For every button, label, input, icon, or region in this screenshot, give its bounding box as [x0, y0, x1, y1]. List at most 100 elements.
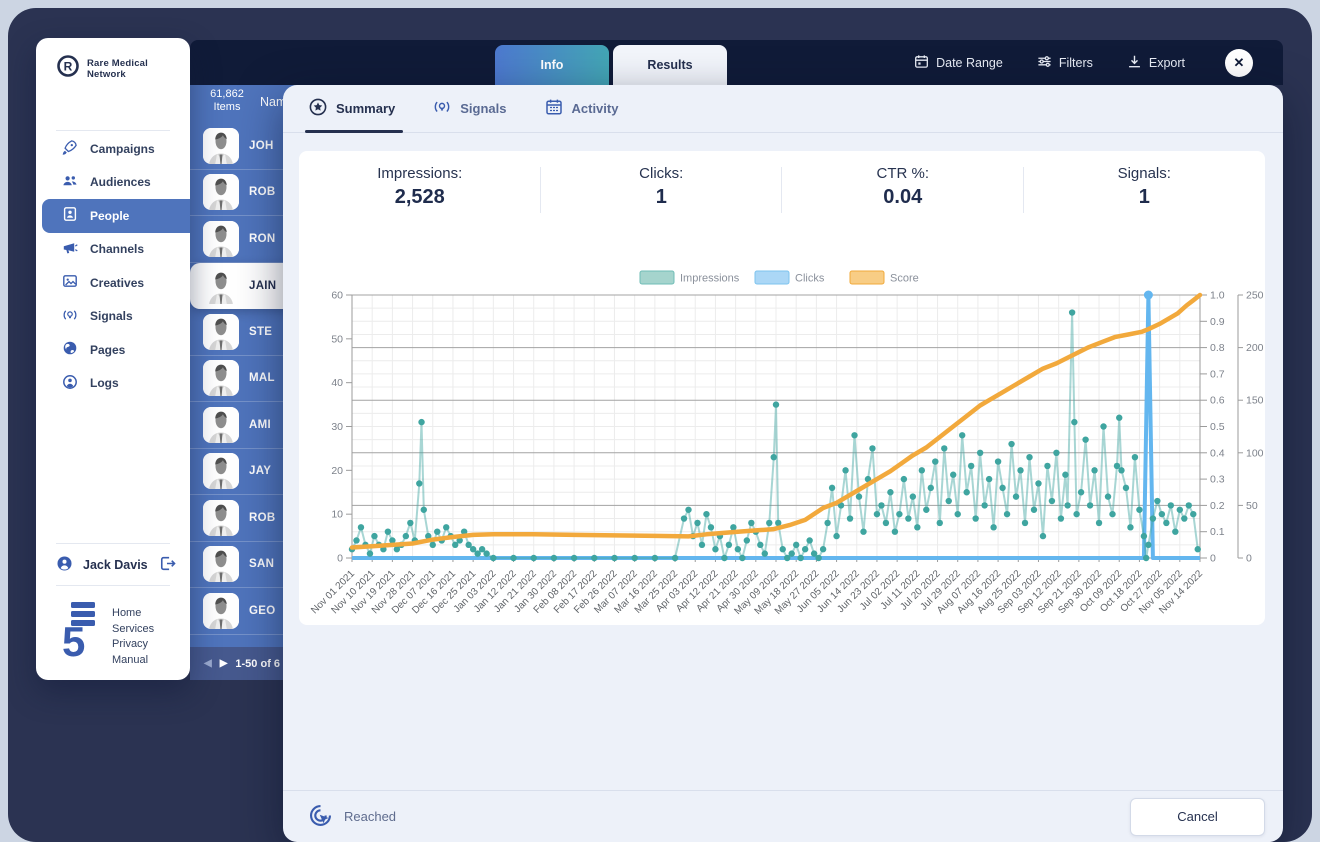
sidebar-item-pages[interactable]: Pages: [36, 333, 190, 367]
user-name: Jack Davis: [83, 558, 148, 572]
footer-link-manual[interactable]: Manual: [112, 653, 154, 669]
footer-link-privacy[interactable]: Privacy: [112, 637, 154, 653]
calendar-icon: [914, 54, 929, 72]
close-button[interactable]: ✕: [1225, 48, 1253, 77]
person-name: SAN: [249, 558, 275, 571]
export-button[interactable]: Export: [1127, 54, 1185, 72]
stat-value: 1: [1138, 186, 1150, 208]
svg-text:0.3: 0.3: [1210, 474, 1225, 486]
footer-link-home[interactable]: Home: [112, 606, 154, 622]
stat-signals: Signals: 1: [1024, 165, 1266, 209]
megaphone-icon: [62, 240, 78, 259]
image-icon: [62, 273, 78, 292]
items-count: 61,862: [210, 88, 244, 100]
svg-text:250: 250: [1246, 290, 1264, 302]
svg-text:Impressions: Impressions: [680, 273, 740, 285]
download-icon: [1127, 54, 1142, 72]
stat-label: Clicks:: [639, 165, 684, 182]
svg-text:0: 0: [337, 553, 343, 565]
person-avatar: [203, 499, 239, 536]
svg-text:0: 0: [1210, 553, 1216, 565]
svg-text:40: 40: [331, 377, 343, 389]
sidebar-item-label: Creatives: [90, 275, 145, 290]
svg-text:Clicks: Clicks: [795, 273, 825, 285]
svg-text:0.2: 0.2: [1210, 500, 1225, 512]
person-name: ROB: [249, 186, 276, 199]
person-name: GEO: [249, 604, 276, 617]
tab-label: Activity: [571, 101, 619, 116]
sidebar-item-campaigns[interactable]: Campaigns: [36, 132, 190, 166]
person-avatar: [203, 360, 239, 397]
cancel-button[interactable]: Cancel: [1130, 797, 1265, 836]
svg-text:50: 50: [331, 333, 343, 345]
svg-text:100: 100: [1246, 447, 1264, 459]
reached-label: Reached: [344, 809, 397, 824]
divider: [56, 543, 170, 544]
sidebar-item-channels[interactable]: Channels: [36, 233, 190, 267]
logout-icon[interactable]: [159, 555, 176, 575]
sidebar-item-label: Channels: [90, 242, 145, 257]
person-name: MAL: [249, 372, 275, 385]
globe-icon: [62, 340, 78, 359]
sidebar-item-label: Campaigns: [90, 141, 155, 156]
tab-label: Summary: [336, 101, 396, 116]
results-chart: Nov 01 2021Nov 10 2021Nov 19 2021Nov 28 …: [309, 270, 1264, 617]
svg-text:1.0: 1.0: [1210, 290, 1225, 302]
sidebar-item-creatives[interactable]: Creatives: [36, 266, 190, 300]
next-page-icon[interactable]: ▶: [220, 658, 228, 669]
stat-ctr: CTR %: 0.04: [782, 165, 1024, 213]
stat-clicks: Clicks: 1: [541, 165, 783, 213]
tab-signals[interactable]: Signals: [433, 85, 507, 132]
date-range-label: Date Range: [936, 55, 1003, 70]
brand-logo-icon: R: [56, 54, 80, 83]
svg-text:0.7: 0.7: [1210, 368, 1225, 380]
svg-text:20: 20: [331, 465, 343, 477]
sidebar-item-logs[interactable]: Logs: [36, 367, 190, 401]
modal-footer: Reached Cancel: [283, 790, 1283, 842]
svg-text:0: 0: [1246, 553, 1252, 565]
sidebar-item-signals[interactable]: Signals: [36, 300, 190, 334]
person-avatar: [203, 453, 239, 490]
svg-text:0.4: 0.4: [1210, 447, 1225, 459]
svg-text:0.6: 0.6: [1210, 395, 1225, 407]
stat-value: 1: [655, 186, 667, 208]
svg-text:0.8: 0.8: [1210, 342, 1225, 354]
svg-text:50: 50: [1246, 500, 1258, 512]
person-name: STE: [249, 325, 273, 338]
sidebar-item-audiences[interactable]: Audiences: [36, 166, 190, 200]
top-toolbar: Info Results Date Range Filters Export ✕: [190, 40, 1283, 85]
stat-label: Signals:: [1117, 165, 1171, 182]
stat-value: 0.04: [883, 186, 923, 208]
person-avatar: [203, 127, 239, 164]
audiences-icon: [62, 173, 78, 192]
tab-results[interactable]: Results: [613, 45, 727, 85]
tab-info[interactable]: Info: [495, 45, 609, 85]
svg-text:5: 5: [62, 618, 85, 658]
sidebar-item-people[interactable]: People: [42, 199, 190, 233]
items-count-label: Items: [213, 101, 241, 113]
date-range-button[interactable]: Date Range: [914, 54, 1003, 72]
stat-value: 2,528: [394, 186, 445, 208]
tab-activity[interactable]: Activity: [545, 85, 619, 132]
star-badge-icon: [309, 98, 327, 119]
rocket-icon: [62, 139, 78, 158]
stat-label: CTR %:: [876, 165, 930, 182]
pagination-label: 1-50 of 6: [235, 657, 281, 670]
divider: [56, 585, 170, 586]
people-badge-icon: [62, 206, 78, 225]
person-avatar: [203, 592, 239, 629]
footer-link-services[interactable]: Services: [112, 622, 154, 638]
sidebar-item-label: Logs: [90, 376, 119, 391]
person-name: ROB: [249, 511, 276, 524]
svg-text:0.9: 0.9: [1210, 316, 1225, 328]
sidebar-item-label: Pages: [90, 342, 126, 357]
svg-text:200: 200: [1246, 342, 1264, 354]
svg-text:0.1: 0.1: [1210, 526, 1225, 538]
prev-page-icon[interactable]: ◀: [204, 658, 212, 669]
tab-summary[interactable]: Summary: [304, 85, 404, 133]
tab-label: Signals: [460, 101, 507, 116]
filters-button[interactable]: Filters: [1037, 54, 1093, 72]
filters-icon: [1037, 54, 1052, 72]
svg-text:R: R: [64, 60, 73, 74]
person-avatar: [203, 267, 239, 304]
